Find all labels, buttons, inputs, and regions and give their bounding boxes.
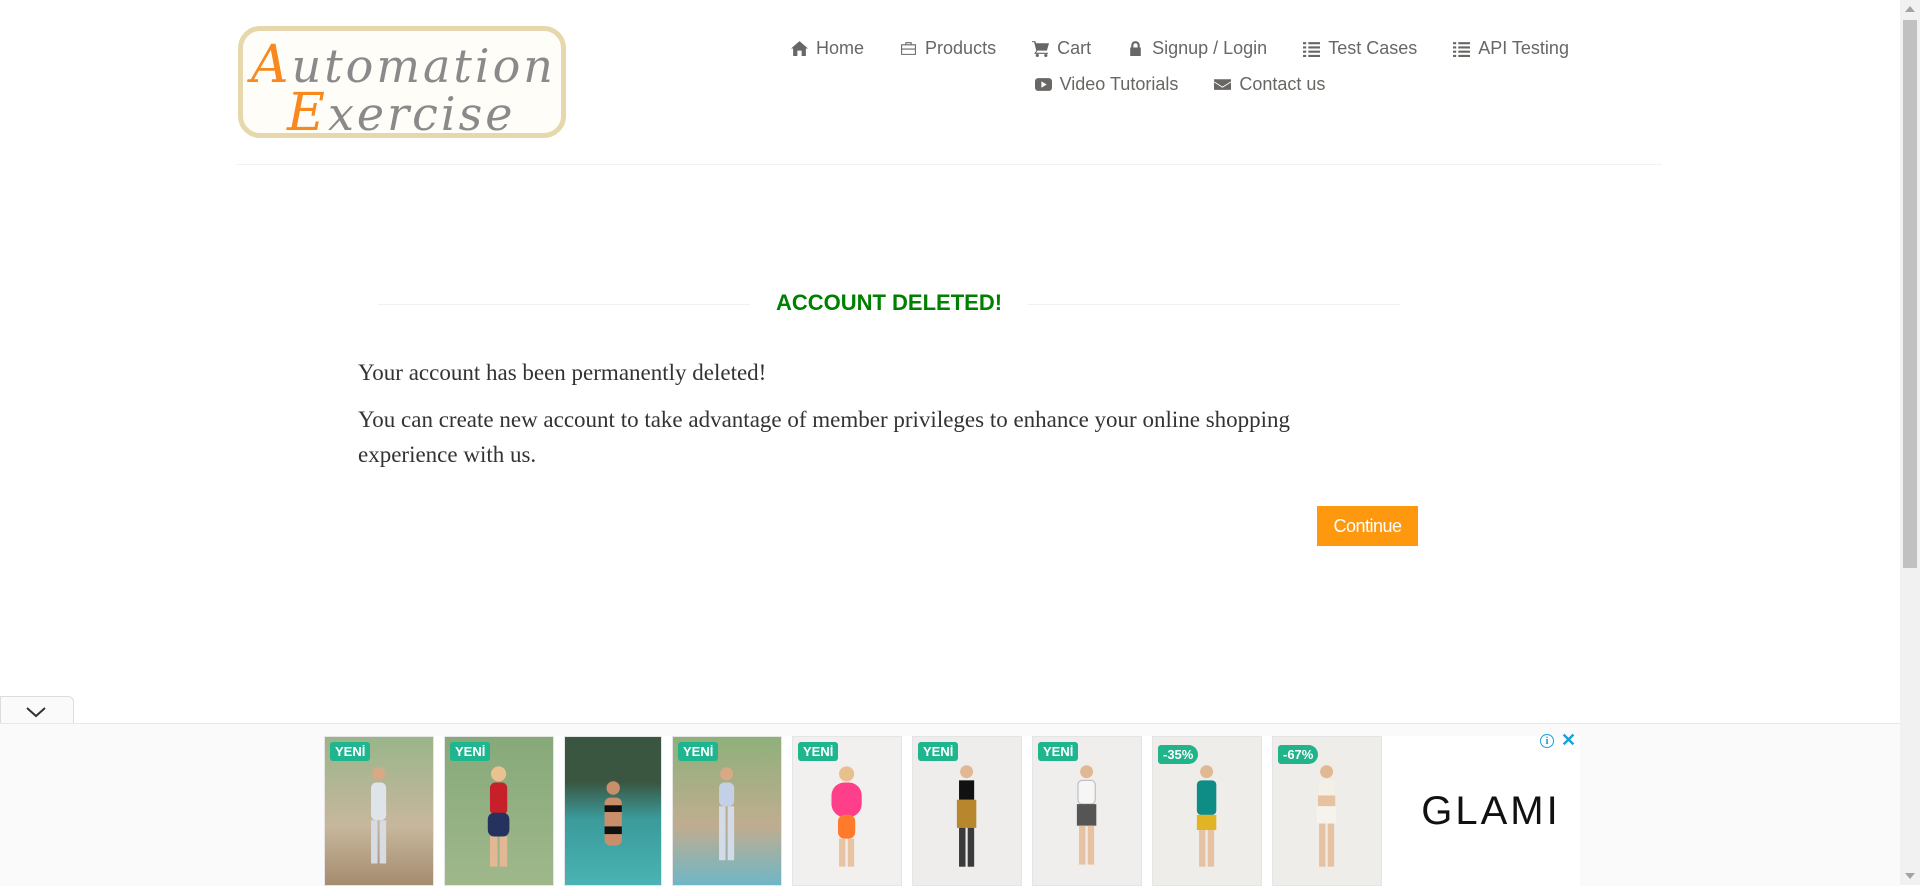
ad-info-icon[interactable]: i	[1540, 734, 1554, 748]
title-rule-right	[1028, 304, 1400, 305]
glami-brand-logo[interactable]: GLAMI	[1402, 736, 1580, 886]
product-badge: YENİ	[450, 742, 491, 761]
model-image	[1077, 765, 1097, 865]
model-image	[1317, 765, 1337, 867]
product-badge: YENİ	[1038, 742, 1079, 761]
nav-products-label: Products	[925, 37, 997, 58]
product-badge: YENİ	[798, 742, 839, 761]
ad-product-5[interactable]: YENİ	[792, 736, 902, 886]
title-section: ACCOUNT DELETED!	[378, 286, 1400, 316]
model-image	[604, 781, 622, 846]
ad-close-icon[interactable]: ✕	[1561, 731, 1576, 749]
ad-product-3[interactable]	[564, 736, 662, 886]
discount-badge: -35%	[1158, 745, 1199, 764]
lock-icon	[1130, 40, 1141, 56]
main-nav: Home Products Cart Signup / Login Test C…	[730, 36, 1630, 96]
scroll-down-arrow-icon[interactable]	[1905, 873, 1915, 879]
model-image	[957, 765, 977, 867]
envelope-icon	[1214, 78, 1232, 90]
nav-cart[interactable]: Cart	[1032, 36, 1091, 60]
site-logo[interactable]: Automation Exercise	[238, 26, 566, 141]
nav-video-tutorials[interactable]: Video Tutorials	[1034, 72, 1179, 96]
nav-test-cases-label: Test Cases	[1328, 37, 1418, 58]
nav-products[interactable]: Products	[900, 36, 996, 60]
list-icon	[1303, 41, 1321, 57]
home-icon	[791, 40, 809, 56]
nav-row-1: Home Products Cart Signup / Login Test C…	[730, 36, 1630, 60]
ad-product-6[interactable]: YENİ	[912, 736, 1022, 886]
ad-product-1[interactable]: YENİ	[324, 736, 434, 886]
deleted-message: Your account has been permanently delete…	[358, 360, 767, 385]
nav-api-testing-label: API Testing	[1478, 37, 1569, 58]
scroll-thumb[interactable]	[1903, 20, 1917, 568]
nav-home-label: Home	[816, 37, 865, 58]
logo-text-2: xercise	[327, 87, 516, 141]
nav-cart-label: Cart	[1057, 37, 1092, 58]
ad-collapse-toggle[interactable]	[0, 696, 74, 725]
ad-products: YENİ YENİ YENİ YENİ YENİ YENİ -35% -67%	[324, 736, 1580, 886]
nav-contact-us[interactable]: Contact us	[1214, 72, 1325, 96]
model-image	[719, 767, 735, 861]
page-scrollbar[interactable]	[1900, 0, 1920, 885]
ad-product-8[interactable]: -35%	[1152, 736, 1262, 886]
nav-contact-us-label: Contact us	[1239, 73, 1326, 94]
logo-text-1: utomation	[291, 39, 556, 93]
nav-signup-login[interactable]: Signup / Login	[1127, 36, 1267, 60]
ad-product-2[interactable]: YENİ	[444, 736, 554, 886]
model-image	[488, 766, 510, 867]
logo-cap-a: A	[251, 35, 292, 95]
discount-badge: -67%	[1278, 745, 1319, 764]
ad-product-7[interactable]: YENİ	[1032, 736, 1142, 886]
briefcase-icon	[901, 41, 916, 55]
list-icon	[1453, 41, 1471, 57]
page-title: ACCOUNT DELETED!	[775, 290, 1003, 315]
logo-cap-e: E	[287, 83, 328, 143]
nav-video-tutorials-label: Video Tutorials	[1059, 73, 1179, 94]
scroll-up-arrow-icon[interactable]	[1905, 6, 1915, 12]
product-badge: YENİ	[918, 742, 959, 761]
privileges-message: You can create new account to take advan…	[358, 407, 1291, 467]
cart-icon	[1032, 40, 1050, 57]
nav-test-cases[interactable]: Test Cases	[1303, 36, 1417, 60]
nav-row-2: Video Tutorials Contact us	[730, 72, 1630, 96]
ad-product-9[interactable]: -67%	[1272, 736, 1382, 886]
nav-signup-login-label: Signup / Login	[1152, 37, 1268, 58]
youtube-play-icon	[1034, 77, 1052, 91]
model-image	[1197, 765, 1217, 867]
model-image	[831, 766, 863, 867]
ad-product-4[interactable]: YENİ	[672, 736, 782, 886]
product-badge: YENİ	[678, 742, 719, 761]
model-image	[371, 767, 387, 864]
product-badge: YENİ	[330, 742, 371, 761]
continue-button[interactable]: Continue	[1317, 506, 1418, 546]
nav-api-testing[interactable]: API Testing	[1453, 36, 1569, 60]
nav-home[interactable]: Home	[791, 36, 864, 60]
chevron-down-icon	[26, 707, 46, 718]
ad-banner: YENİ YENİ YENİ YENİ YENİ YENİ -35% -67% …	[0, 723, 1900, 886]
header-divider	[236, 164, 1662, 165]
